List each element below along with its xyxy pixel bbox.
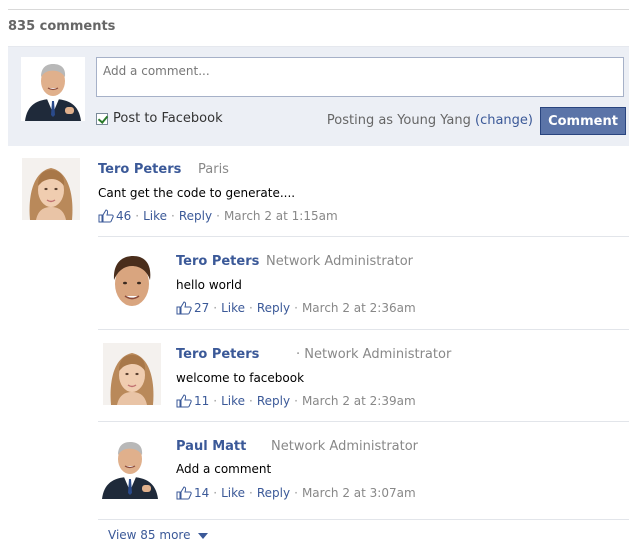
comment-timestamp: March 2 at 3:07am <box>301 486 416 500</box>
comment-author-location: Paris <box>198 162 229 177</box>
reply-link[interactable]: Reply <box>257 301 290 315</box>
divider <box>98 421 629 422</box>
comment-meta: 46 · Like · Reply · March 2 at 1:15am <box>98 209 338 223</box>
like-count[interactable]: 46 <box>116 209 131 223</box>
posting-as: Posting as Young Yang (change) <box>327 113 533 128</box>
view-more-link[interactable]: View 85 more <box>108 528 209 542</box>
like-count[interactable]: 27 <box>194 301 209 315</box>
comment-timestamp: March 2 at 1:15am <box>223 209 338 223</box>
comment-text: Add a comment <box>176 462 272 476</box>
comment-author[interactable]: Tero Peters <box>176 254 259 269</box>
divider <box>98 329 629 330</box>
comment-meta: 27 · Like · Reply · March 2 at 2:36am <box>176 301 416 315</box>
male-avatar <box>103 250 161 312</box>
divider <box>98 236 629 237</box>
post-to-facebook-option[interactable]: Post to Facebook <box>96 111 223 126</box>
comment-timestamp: March 2 at 2:39am <box>301 394 416 408</box>
post-to-facebook-checkbox[interactable] <box>96 112 108 125</box>
comment-author[interactable]: Tero Peters <box>98 162 181 177</box>
comment-text: welcome to facebook <box>176 371 305 385</box>
chevron-down-icon <box>198 533 209 539</box>
comment-timestamp: March 2 at 2:36am <box>301 301 416 315</box>
comment-meta: 11 · Like · Reply · March 2 at 2:39am <box>176 394 416 408</box>
female-avatar <box>103 343 161 405</box>
comment-author-title: Network Administrator <box>266 254 414 269</box>
like-link[interactable]: Like <box>143 209 167 223</box>
posting-as-text: Posting as Young Yang <box>326 113 471 128</box>
thumbs-up-icon <box>176 486 192 500</box>
like-link[interactable]: Like <box>221 301 245 315</box>
view-more-label: View 85 more <box>108 528 191 542</box>
comment-author[interactable]: Tero Peters <box>176 347 259 362</box>
current-user-avatar <box>21 57 85 121</box>
comment-author-title: · Network Administrator <box>296 347 452 362</box>
comment-meta: 14 · Like · Reply · March 2 at 3:07am <box>176 486 416 500</box>
comment-text: hello world <box>176 278 242 292</box>
top-divider <box>8 9 629 10</box>
like-link[interactable]: Like <box>221 394 245 408</box>
comment-count: 835 comments <box>8 19 116 34</box>
thumbs-up-icon <box>98 209 114 223</box>
like-count[interactable]: 14 <box>194 486 209 500</box>
comment-button[interactable]: Comment <box>540 107 626 135</box>
like-link[interactable]: Like <box>221 486 245 500</box>
reply-link[interactable]: Reply <box>257 486 290 500</box>
reply-link[interactable]: Reply <box>257 394 290 408</box>
comment-author[interactable]: Paul Matt <box>176 439 246 454</box>
divider <box>98 519 629 520</box>
change-link[interactable]: (change) <box>475 113 533 128</box>
comment-input[interactable]: Add a comment... <box>96 57 624 97</box>
businessman-avatar <box>98 435 162 499</box>
comment-text: Cant get the code to generate.... <box>98 186 296 200</box>
female-avatar <box>22 158 80 220</box>
comment-author-title: Network Administrator <box>271 439 419 454</box>
like-count[interactable]: 11 <box>194 394 209 408</box>
thumbs-up-icon <box>176 394 192 408</box>
post-to-facebook-label: Post to Facebook <box>113 111 223 126</box>
compose-area: Add a comment... Post to Facebook Postin… <box>8 46 629 146</box>
reply-link[interactable]: Reply <box>179 209 212 223</box>
thumbs-up-icon <box>176 301 192 315</box>
